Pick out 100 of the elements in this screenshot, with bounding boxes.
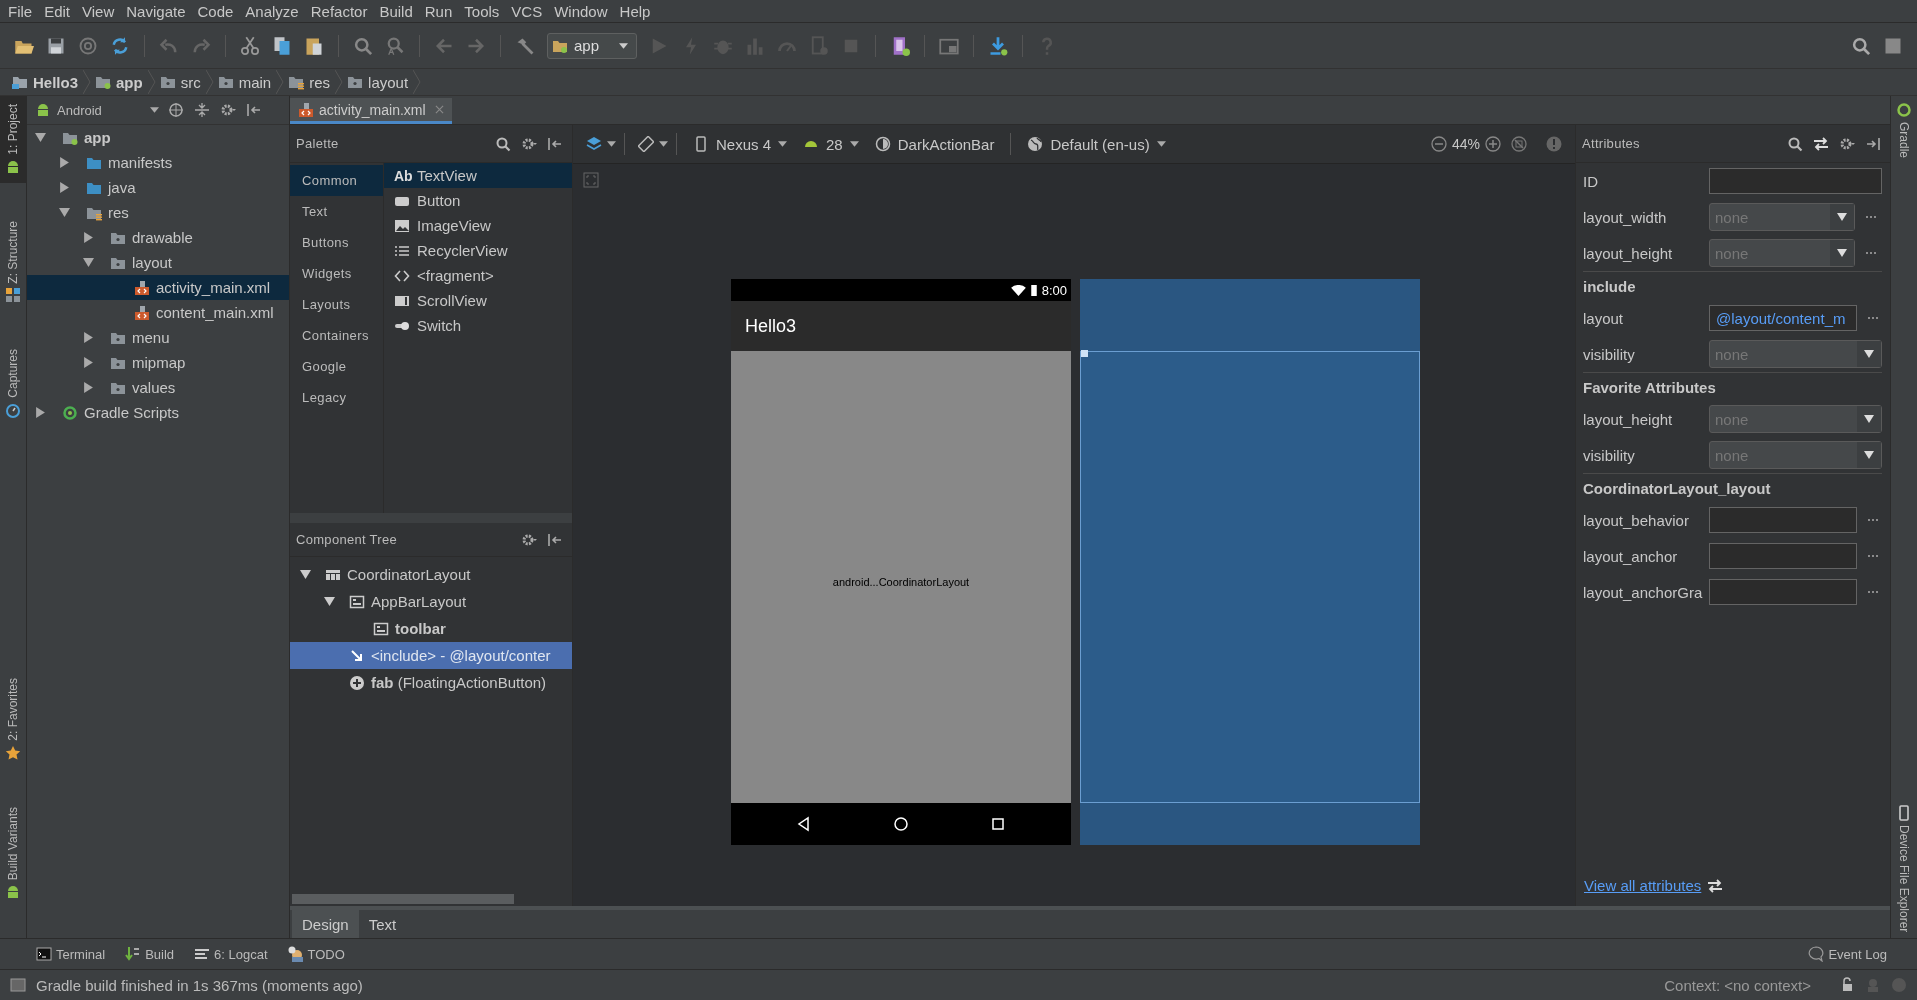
hide-panel-icon[interactable] [246,102,262,118]
download-icon[interactable] [988,35,1008,56]
tool-window-button[interactable]: 6: Logcat [194,946,268,962]
more-options-icon[interactable] [1867,554,1879,558]
hide-panel-icon[interactable] [547,135,563,152]
menubar-entry[interactable]: View [76,2,121,20]
breadcrumb-item[interactable]: layout [343,70,422,94]
copy-icon[interactable] [272,35,292,56]
warning-icon[interactable] [1546,136,1562,152]
menubar-entry[interactable]: Refactor [304,2,374,20]
menubar-entry[interactable]: VCS [505,2,549,20]
sync-disk-icon[interactable] [78,35,98,56]
close-icon[interactable] [434,105,444,114]
tool-window-tab[interactable]: Build Variants [0,798,26,908]
locale-dropdown[interactable]: Default (en-us) [1019,135,1174,153]
tree-arrow-icon[interactable] [35,407,46,418]
device-dropdown[interactable]: Nexus 4 [685,135,796,153]
editor-mode-tab[interactable]: Text [358,910,407,938]
component-tree-item[interactable]: <include> - @layout/conter [290,642,572,669]
tree-item[interactable]: layout [27,250,289,275]
more-options-icon[interactable] [1867,518,1879,522]
more-options-icon[interactable] [1867,316,1879,320]
menubar-entry[interactable]: Help [613,2,657,20]
palette-item[interactable]: Ab TextView [384,163,572,188]
refresh-icon[interactable] [110,35,130,56]
tree-item[interactable]: java [27,175,289,200]
editor-tab[interactable]: activity_main.xml [290,98,452,124]
menubar-entry[interactable]: Run [418,2,459,20]
tree-arrow-icon[interactable] [83,382,94,393]
tool-window-tab[interactable]: 2: Favorites [0,670,26,769]
menubar-entry[interactable]: Code [191,2,240,20]
tool-window-tab[interactable]: Device File Explorer [1896,798,1912,938]
more-options-icon[interactable] [1867,590,1879,594]
input-field[interactable] [1709,168,1882,194]
palette-item[interactable]: <fragment> [384,263,572,288]
tree-arrow-icon[interactable] [83,257,94,268]
tree-item[interactable]: Gradle Scripts [27,400,289,425]
replace-icon[interactable] [385,35,405,56]
menubar-entry[interactable]: Window [548,2,614,20]
breadcrumb-item[interactable]: src [155,70,214,94]
search-icon[interactable] [1851,35,1871,56]
tool-window-button[interactable]: Build [125,946,175,962]
breadcrumb-item[interactable]: res [284,70,344,94]
tree-item[interactable]: manifests [27,150,289,175]
tool-window-button[interactable]: Terminal [36,946,106,962]
tree-arrow-icon[interactable] [83,332,94,343]
menubar-entry[interactable]: Edit [38,2,77,20]
tree-arrow-icon[interactable] [83,232,94,243]
component-tree-item[interactable]: fab (FloatingActionButton) [290,669,572,696]
tree-arrow-icon[interactable] [83,357,94,368]
tree-item[interactable]: res [27,200,289,225]
select-frame-icon[interactable] [583,172,599,188]
scrollbar[interactable] [292,894,514,904]
breadcrumb-item[interactable]: main [213,70,285,94]
hide-panel-icon[interactable] [547,531,563,548]
palette-category[interactable]: Common [290,165,383,196]
collapse-all-icon[interactable] [194,102,210,118]
menubar-entry[interactable]: Build [373,2,419,20]
crosshair-icon[interactable] [168,102,184,118]
menubar-entry[interactable]: Analyze [239,2,305,20]
rotate-device-icon[interactable] [638,136,654,152]
tree-item[interactable]: content_main.xml [27,300,289,325]
palette-category[interactable]: Widgets [290,258,383,289]
tree-item[interactable]: app [27,125,289,150]
tree-item[interactable]: menu [27,325,289,350]
tool-window-button[interactable]: TODO [287,946,345,962]
search-icon[interactable] [353,35,373,56]
tree-item[interactable]: mipmap [27,350,289,375]
palette-item[interactable]: ImageView [384,213,572,238]
window-toggle-icon[interactable] [10,977,26,993]
resize-handle[interactable] [1081,350,1088,357]
input-field[interactable] [1709,579,1857,605]
project-view-dropdown[interactable]: Android [35,102,163,118]
hide-panel-icon[interactable] [1865,135,1881,152]
tree-item[interactable]: values [27,375,289,400]
breadcrumb-item[interactable]: app [91,70,156,94]
settings-icon[interactable] [220,102,236,118]
tree-arrow-icon[interactable] [35,132,46,143]
tree-arrow-icon[interactable] [300,569,311,580]
cut-icon[interactable] [240,35,260,56]
swap-arrows-icon[interactable] [1707,877,1724,894]
input-field[interactable] [1709,507,1857,533]
menubar-entry[interactable]: File [2,2,39,20]
tool-window-tab[interactable]: Captures [0,341,26,427]
palette-category[interactable]: Legacy [290,382,383,413]
more-options-icon[interactable] [1865,215,1877,219]
zoom-out-icon[interactable] [1430,136,1447,152]
tree-item[interactable]: drawable [27,225,289,250]
more-options-icon[interactable] [1865,251,1877,255]
run-configuration-dropdown[interactable]: app [547,32,637,59]
event-log-button[interactable]: Event Log [1808,946,1887,962]
tool-window-tab[interactable]: Z: Structure [0,212,26,312]
palette-category[interactable]: Containers [290,320,383,351]
palette-item[interactable]: RecyclerView [384,238,572,263]
breadcrumb-item[interactable]: Hello3 [8,70,91,94]
editor-mode-tab[interactable]: Design [292,910,359,938]
palette-category[interactable]: Buttons [290,227,383,258]
swap-arrows-icon[interactable] [1813,135,1829,152]
component-tree-item[interactable]: AppBarLayout [290,588,572,615]
palette-category[interactable]: Layouts [290,289,383,320]
